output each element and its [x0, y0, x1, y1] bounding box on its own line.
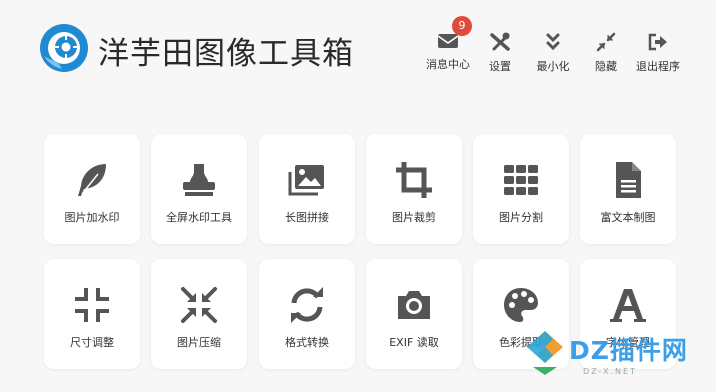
double-chevron-down-icon [546, 33, 560, 51]
crop-icon [396, 162, 432, 198]
tool-card-label: 格式转换 [285, 336, 329, 349]
tool-card-label: 长图拼接 [285, 211, 329, 224]
message-center-button[interactable]: 9 消息中心 [418, 16, 478, 76]
tool-card-label: 全屏水印工具 [166, 211, 232, 224]
message-count-badge: 9 [452, 16, 472, 36]
settings-label: 设置 [489, 60, 511, 73]
camera-icon [398, 291, 430, 319]
feather-icon [78, 164, 106, 196]
tool-card-label: 图片裁剪 [392, 211, 436, 224]
watermark-text: DZ插件网 [569, 336, 688, 365]
envelope-icon [437, 34, 459, 48]
tool-card-format-convert[interactable]: 格式转换 [259, 259, 355, 369]
compress-arrows-icon [181, 287, 217, 323]
site-watermark: DZ插件网 DZ-X.NET [523, 325, 713, 387]
compress-icon [75, 288, 109, 322]
palette-icon [504, 288, 538, 322]
window-toolbar: 9 消息中心 设置 最小化 隐藏 退出程序 [418, 16, 708, 76]
compress-arrows-icon [596, 32, 616, 52]
tool-card-add-watermark[interactable]: 图片加水印 [44, 134, 140, 244]
tool-card-split[interactable]: 图片分割 [473, 134, 569, 244]
message-center-label: 消息中心 [426, 58, 470, 71]
tool-card-label: 富文本制图 [600, 211, 656, 224]
tools-icon [490, 32, 510, 51]
document-icon [616, 162, 641, 198]
app-logo-icon [40, 24, 88, 72]
tool-card-resize[interactable]: 尺寸调整 [44, 259, 140, 369]
tool-card-label: 尺寸调整 [70, 336, 114, 349]
tool-card-label: EXIF 读取 [389, 336, 439, 349]
tool-card-label: 图片压缩 [177, 336, 221, 349]
exit-label: 退出程序 [636, 60, 680, 73]
font-icon [610, 289, 646, 322]
tool-card-label: 图片加水印 [64, 211, 120, 224]
tool-card-fullscreen-watermark[interactable]: 全屏水印工具 [151, 134, 247, 244]
hide-button[interactable]: 隐藏 [586, 28, 626, 76]
app-title: 洋芋田图像工具箱 [98, 36, 354, 72]
sign-out-icon [648, 33, 667, 51]
tool-card-exif[interactable]: EXIF 读取 [366, 259, 462, 369]
tool-card-crop[interactable]: 图片裁剪 [366, 134, 462, 244]
tool-card-compress[interactable]: 图片压缩 [151, 259, 247, 369]
minimize-label: 最小化 [536, 60, 570, 73]
tool-card-rich-text[interactable]: 富文本制图 [580, 134, 676, 244]
images-icon [288, 165, 324, 196]
sync-icon [291, 287, 323, 323]
watermark-logo-icon [527, 331, 563, 375]
hide-label: 隐藏 [595, 60, 617, 73]
app-header: 洋芋田图像工具箱 9 消息中心 设置 最小化 隐藏 退出程序 [0, 0, 716, 100]
tool-card-long-image-stitch[interactable]: 长图拼接 [259, 134, 355, 244]
exit-button[interactable]: 退出程序 [630, 28, 686, 76]
stamp-icon [183, 164, 215, 196]
tool-card-label: 图片分割 [499, 211, 543, 224]
minimize-button[interactable]: 最小化 [530, 28, 576, 76]
settings-button[interactable]: 设置 [480, 28, 520, 76]
watermark-subtext: DZ-X.NET [583, 367, 637, 376]
grid-icon [504, 165, 538, 195]
